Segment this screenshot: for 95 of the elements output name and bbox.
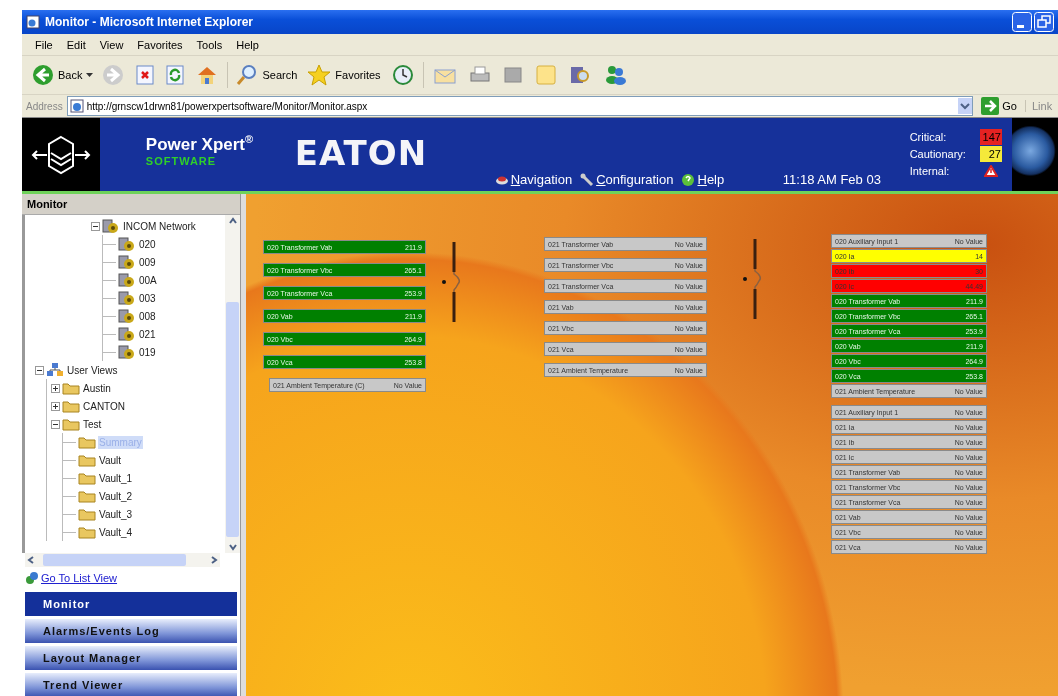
tree-item[interactable]: 003 — [138, 291, 157, 305]
horizontal-scrollbar[interactable] — [25, 553, 220, 567]
network-icon — [46, 362, 64, 378]
folder-icon — [78, 506, 96, 522]
device-icon — [118, 254, 136, 270]
alarm-label: Critical: — [909, 130, 948, 145]
vertical-scrollbar[interactable] — [225, 215, 240, 553]
tree-item[interactable]: 009 — [138, 255, 157, 269]
brand-logo: EATON — [294, 132, 425, 175]
restore-icon[interactable] — [1034, 12, 1054, 32]
tree-item[interactable]: 020 — [138, 237, 157, 251]
star-icon — [307, 64, 332, 86]
stop-icon[interactable] — [136, 65, 155, 85]
alarm-label: Internal: — [909, 164, 951, 179]
alarm-count[interactable]: 27 — [979, 146, 1002, 162]
device-icon — [118, 290, 136, 306]
search-icon — [236, 64, 259, 86]
device-icon — [118, 326, 136, 342]
folder-icon — [78, 434, 96, 450]
printer-icon[interactable] — [468, 65, 491, 85]
clock-text: 11:18 AM Feb 03 — [781, 171, 882, 189]
right-arrow-icon — [981, 97, 1000, 115]
collapse-icon[interactable] — [35, 365, 44, 375]
favorites-button[interactable]: Favorites — [305, 62, 383, 88]
folder-icon — [78, 524, 96, 540]
edit-icon[interactable] — [502, 66, 523, 84]
header-link[interactable]: Help — [681, 172, 725, 187]
menu-item[interactable]: Help — [229, 37, 266, 52]
back-button[interactable]: Back — [30, 62, 85, 88]
window-title: Monitor - Microsoft Internet Explorer — [45, 15, 254, 29]
collapse-icon[interactable] — [51, 419, 60, 429]
address-label: Address — [26, 100, 63, 112]
alarm-label: Cautionary: — [909, 147, 967, 162]
product-subtitle: SOFTWARE — [145, 154, 218, 167]
menu-item[interactable]: Edit — [59, 37, 93, 52]
warning-icon[interactable] — [983, 165, 998, 177]
expand-icon[interactable] — [51, 383, 60, 393]
expand-icon[interactable] — [51, 401, 60, 411]
wrench-icon — [580, 172, 595, 187]
tree-item[interactable]: Vault_4 — [98, 525, 134, 539]
history-icon[interactable] — [391, 64, 414, 86]
address-field[interactable]: http://grnscw1drwn81/powerxpertsoftware/Monitor/Monitor.aspx — [66, 96, 974, 116]
menu-item[interactable]: Favorites — [130, 37, 190, 52]
tree-item[interactable]: 019 — [138, 345, 157, 359]
help-icon — [681, 172, 696, 187]
header-link[interactable]: Configuration — [580, 172, 674, 187]
tree-item[interactable]: Austin — [82, 381, 112, 395]
device-icon — [118, 344, 136, 360]
tree-item[interactable]: Vault_3 — [98, 507, 134, 521]
menu-item[interactable]: Tools — [189, 37, 230, 52]
minimize-icon[interactable] — [1012, 12, 1032, 32]
page-icon — [26, 15, 40, 29]
dropdown-arrow-icon[interactable] — [86, 73, 94, 77]
folder-icon — [62, 398, 80, 414]
folder-icon — [78, 452, 96, 468]
nav-button[interactable]: Monitor — [25, 592, 237, 616]
refresh-icon[interactable] — [166, 65, 185, 85]
collapse-icon[interactable] — [91, 221, 100, 231]
device-icon — [118, 308, 136, 324]
search-button[interactable]: Search — [234, 62, 300, 88]
tree-item[interactable]: INCOM Network — [122, 219, 197, 233]
splitter-handle[interactable] — [241, 194, 246, 696]
scroll-thumb[interactable] — [226, 302, 239, 537]
scroll-thumb[interactable] — [43, 554, 186, 566]
nav-button[interactable]: Trend Viewer — [25, 673, 237, 696]
header-link[interactable]: Navigation — [494, 172, 573, 187]
left-arrow-icon — [32, 64, 54, 86]
tree-item[interactable]: Vault — [98, 453, 123, 467]
tree-item[interactable]: 021 — [138, 327, 157, 341]
tree-item[interactable]: User Views — [66, 363, 119, 377]
menu-item[interactable]: File — [28, 37, 60, 52]
device-icon — [118, 236, 136, 252]
nav-button[interactable]: Alarms/Events Log — [25, 619, 237, 643]
device-icon — [118, 272, 136, 288]
tree-item[interactable]: 008 — [138, 309, 157, 323]
folder-icon — [78, 470, 96, 486]
list-view-icon — [25, 571, 39, 585]
menu-item[interactable]: View — [92, 37, 131, 52]
folder-icon — [62, 380, 80, 396]
tree-item[interactable]: CANTON — [82, 399, 127, 413]
tree-item[interactable]: Vault_1 — [98, 471, 134, 485]
tree-item[interactable]: Test — [82, 417, 103, 431]
research-icon[interactable] — [568, 64, 591, 86]
panel-title: Monitor — [22, 194, 240, 215]
go-button[interactable]: Go — [977, 97, 1021, 115]
folder-icon — [78, 488, 96, 504]
page-icon — [69, 99, 84, 113]
alarm-count[interactable]: 147 — [979, 129, 1002, 145]
folder-icon — [62, 416, 80, 432]
device-icon — [102, 218, 120, 234]
nav-button[interactable]: Layout Manager — [25, 646, 237, 670]
tree-item[interactable]: Vault_2 — [98, 489, 134, 503]
list-view-link[interactable]: Go To List View — [41, 572, 118, 584]
tree-item[interactable]: 00A — [138, 273, 158, 287]
product-name: Power Xpert$^{®}$ — [145, 133, 255, 155]
